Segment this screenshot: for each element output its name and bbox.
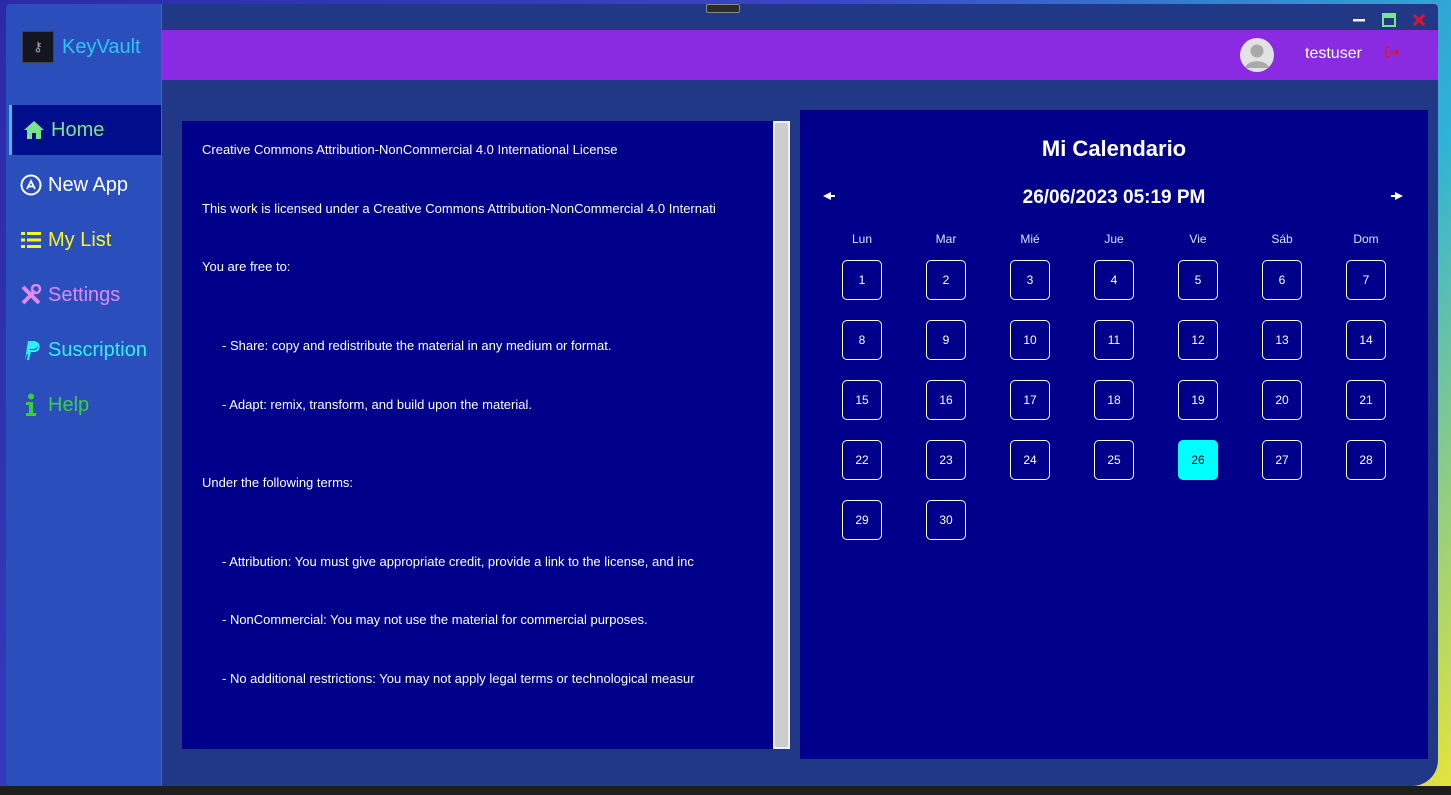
sidebar-item-my-list[interactable]: My List bbox=[9, 215, 161, 265]
calendar-day[interactable]: 15 bbox=[842, 380, 882, 420]
calendar-day[interactable]: 21 bbox=[1346, 380, 1386, 420]
calendar-day[interactable]: 10 bbox=[1010, 320, 1050, 360]
calendar-day[interactable]: 25 bbox=[1094, 440, 1134, 480]
logout-icon[interactable] bbox=[1385, 46, 1400, 62]
calendar-day[interactable]: 9 bbox=[926, 320, 966, 360]
calendar-day[interactable]: 1 bbox=[842, 260, 882, 300]
list-icon bbox=[19, 228, 43, 252]
sidebar-item-suscription[interactable]: Suscription bbox=[9, 325, 161, 375]
sidebar-item-home[interactable]: Home bbox=[9, 105, 161, 155]
calendar-day[interactable]: 27 bbox=[1262, 440, 1302, 480]
calendar-day[interactable]: 2 bbox=[926, 260, 966, 300]
background-editor-strip bbox=[0, 786, 1451, 795]
weekday-label: Mié bbox=[1020, 232, 1040, 246]
username: testuser bbox=[1305, 45, 1362, 62]
calendar-day[interactable]: 22 bbox=[842, 440, 882, 480]
calendar-day[interactable]: 28 bbox=[1346, 440, 1386, 480]
sidebar-item-label: Settings bbox=[48, 283, 121, 306]
calendar-day[interactable]: 8 bbox=[842, 320, 882, 360]
sidebar-item-label: New App bbox=[48, 173, 129, 196]
tools-icon bbox=[19, 283, 43, 307]
calendar-day[interactable]: 12 bbox=[1178, 320, 1218, 360]
weekday-label: Dom bbox=[1353, 232, 1379, 246]
license-line: - NonCommercial: You may not use the mat… bbox=[222, 612, 648, 627]
key-icon: ⚷ bbox=[22, 31, 54, 63]
home-icon bbox=[22, 118, 46, 142]
brand-name: KeyVault bbox=[62, 35, 141, 58]
calendar-day[interactable]: 26 bbox=[1178, 440, 1218, 480]
drag-handle[interactable] bbox=[706, 4, 740, 13]
license-line: - Attribution: You must give appropriate… bbox=[222, 554, 694, 569]
calendar-day[interactable]: 14 bbox=[1346, 320, 1386, 360]
calendar-day[interactable]: 4 bbox=[1094, 260, 1134, 300]
sidebar: ⚷ KeyVault Home New App My List Settings… bbox=[6, 4, 162, 786]
license-line: Creative Commons Attribution-NonCommerci… bbox=[202, 142, 618, 157]
calendar-day[interactable]: 5 bbox=[1178, 260, 1218, 300]
calendar-day[interactable]: 24 bbox=[1010, 440, 1050, 480]
weekday-label: Mar bbox=[935, 232, 957, 246]
calendar-day[interactable]: 7 bbox=[1346, 260, 1386, 300]
sidebar-item-label: Help bbox=[48, 393, 90, 416]
license-panel[interactable]: Creative Commons Attribution-NonCommerci… bbox=[182, 121, 790, 749]
info-icon bbox=[19, 393, 43, 417]
sidebar-item-new-app[interactable]: New App bbox=[9, 160, 161, 210]
weekday-label: Sáb bbox=[1271, 232, 1293, 246]
calendar-day[interactable]: 17 bbox=[1010, 380, 1050, 420]
calendar-day[interactable]: 23 bbox=[926, 440, 966, 480]
license-line: - No additional restrictions: You may no… bbox=[222, 671, 695, 686]
calendar-title: Mi Calendario bbox=[1041, 136, 1187, 161]
sidebar-item-settings[interactable]: Settings bbox=[9, 270, 161, 320]
close-icon[interactable] bbox=[1408, 11, 1430, 29]
window-controls bbox=[1348, 10, 1430, 30]
calendar-day[interactable]: 18 bbox=[1094, 380, 1134, 420]
avatar[interactable] bbox=[1240, 38, 1274, 72]
calendar-panel: Mi Calendario 26/06/2023 05:19 PM Lun Mar… bbox=[800, 110, 1428, 759]
calendar-day[interactable]: 6 bbox=[1262, 260, 1302, 300]
calendar-day[interactable]: 16 bbox=[926, 380, 966, 420]
calendar-day[interactable]: 29 bbox=[842, 500, 882, 540]
sidebar-item-help[interactable]: Help bbox=[9, 380, 161, 430]
app-window: ⚷ KeyVault Home New App My List Settings… bbox=[6, 4, 1438, 786]
sidebar-item-label: My List bbox=[48, 228, 112, 251]
calendar-day[interactable]: 3 bbox=[1010, 260, 1050, 300]
paypal-icon bbox=[19, 338, 43, 362]
weekday-label: Vie bbox=[1189, 232, 1207, 246]
weekday-label: Lun bbox=[851, 232, 873, 246]
calendar-day[interactable]: 11 bbox=[1094, 320, 1134, 360]
sidebar-item-label: Home bbox=[51, 118, 105, 141]
top-bar: testuser bbox=[162, 30, 1438, 80]
sidebar-item-label: Suscription bbox=[48, 338, 147, 361]
calendar-day[interactable]: 30 bbox=[926, 500, 966, 540]
license-line: - Adapt: remix, transform, and build upo… bbox=[222, 397, 532, 412]
scrollbar[interactable] bbox=[773, 121, 790, 749]
license-line: Under the following terms: bbox=[202, 475, 354, 490]
license-line: You are free to: bbox=[202, 259, 291, 274]
maximize-icon[interactable] bbox=[1378, 11, 1400, 29]
app-store-icon bbox=[19, 173, 43, 197]
calendar-current-datetime: 26/06/2023 05:19 PM bbox=[1022, 187, 1206, 208]
scrollbar-thumb[interactable] bbox=[775, 123, 788, 747]
minimize-icon[interactable] bbox=[1348, 11, 1370, 29]
license-line: This work is licensed under a Creative C… bbox=[202, 201, 716, 216]
license-line: - Share: copy and redistribute the mater… bbox=[222, 338, 612, 353]
calendar-day[interactable]: 19 bbox=[1178, 380, 1218, 420]
brand: ⚷ KeyVault bbox=[22, 31, 141, 63]
calendar-day[interactable]: 13 bbox=[1262, 320, 1302, 360]
calendar-day[interactable]: 20 bbox=[1262, 380, 1302, 420]
next-arrow-icon[interactable] bbox=[1390, 190, 1404, 204]
weekday-label: Jue bbox=[1104, 232, 1124, 246]
